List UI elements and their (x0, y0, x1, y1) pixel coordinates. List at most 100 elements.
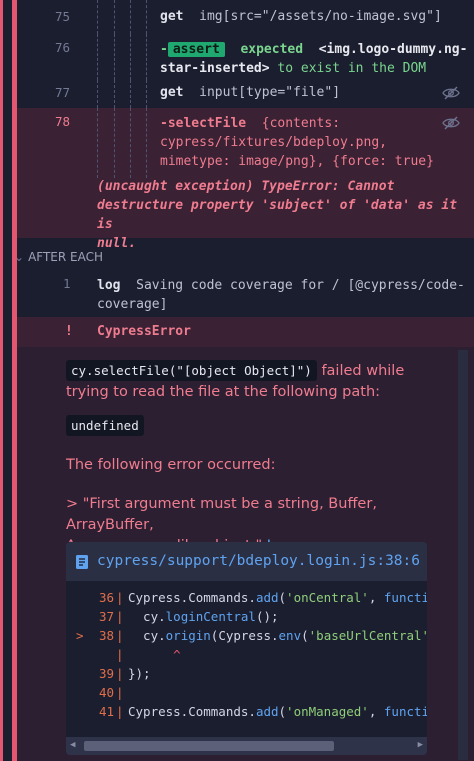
code-token: cy. (128, 628, 166, 643)
nest-guide (146, 80, 147, 108)
scroll-left-arrow-icon[interactable]: ◀ (70, 740, 75, 750)
code-token: (Cypress. (210, 628, 279, 643)
command-args: Saving code coverage for / [@cypress/cod… (136, 278, 465, 293)
nest-guide (114, 34, 115, 80)
command-name: get img[src="/assets/no-image.svg"] (160, 9, 442, 24)
code-gutter-pipe: | (116, 685, 124, 700)
nest-guide (97, 80, 98, 108)
code-token: functio (383, 704, 427, 719)
after-each-label: AFTER EACH (28, 250, 104, 264)
code-token: add (255, 704, 279, 719)
horizontal-scrollbar[interactable]: ◀ ▶ (66, 737, 427, 755)
code-gutter-pipe: | (116, 647, 124, 662)
assert-result: to exist in the DOM (277, 61, 427, 76)
code-token: 'baseUrlCentral' (308, 628, 427, 643)
error-caret: ^ (128, 647, 181, 662)
code-gutter-pipe: | (116, 609, 124, 624)
code-line-source: ^ (128, 647, 181, 662)
code-token: functio (383, 590, 427, 605)
command-name: get input[type="file"] (160, 85, 341, 100)
command-row-log[interactable]: 1 log Saving code coverage for / [@cypre… (17, 270, 474, 316)
code-line-source: Cypress.Commands.add('onManaged', functi… (128, 704, 427, 719)
assert-subject-cont: star-inserted> (160, 61, 270, 76)
eye-slash-icon[interactable] (442, 86, 460, 100)
error-inline-code: cy.selectFile("[object Object]") (66, 360, 317, 381)
command-number: 76 (55, 40, 71, 55)
code-line: >38 | cy.origin(Cypress.env('baseUrlCentr… (66, 628, 427, 647)
code-token: , (368, 590, 384, 605)
scrollbar-thumb[interactable] (84, 741, 334, 751)
command-name: -selectFile (160, 116, 247, 131)
error-path-code: undefined (66, 415, 144, 436)
code-line-number: 40 (98, 685, 114, 700)
code-frame: cypress/support/bdeploy.login.js:38:6 36… (66, 542, 427, 755)
nest-guide (114, 0, 115, 34)
code-token: (); (255, 609, 279, 624)
after-each-header[interactable]: ⌄ AFTER EACH (14, 250, 104, 264)
command-name: log (97, 278, 121, 293)
nest-guide (146, 108, 147, 178)
code-token: , (368, 704, 384, 719)
error-path: undefined (66, 415, 144, 436)
code-frame-header[interactable]: cypress/support/bdeploy.login.js:38:6 (66, 542, 427, 582)
nest-guide (130, 34, 131, 80)
command-args: input[type="file"] (199, 85, 341, 100)
code-line: 41 | Cypress.Commands.add('onManaged', fun… (66, 704, 427, 723)
code-token: env (278, 628, 302, 643)
code-line-number: 37 (98, 609, 114, 624)
vertical-scrollbar[interactable] (458, 350, 468, 760)
command-args: img[src="/assets/no-image.svg"] (199, 9, 442, 24)
error-title: CypressError (97, 324, 191, 339)
code-gutter-pipe: | (116, 628, 124, 643)
code-lines: 36 | Cypress.Commands.add('onCentral', fun… (66, 582, 427, 737)
command-args: {contents: (261, 116, 341, 131)
failed-test-indicator (0, 0, 3, 761)
code-token: Cypress.Commands. (128, 704, 256, 719)
error-header: ! CypressError (17, 317, 474, 347)
code-line: 39 |}); (66, 666, 427, 685)
command-row-76[interactable]: 76 - assert expected <img.logo-dummy.ng- … (17, 34, 474, 80)
code-line-number: 38 (98, 628, 114, 643)
code-token: ( (278, 704, 287, 719)
nest-guide (146, 0, 147, 34)
nest-guide (97, 34, 98, 80)
code-line-source: cy.loginCentral(); (128, 609, 279, 624)
nest-guide (114, 80, 115, 108)
command-row-78-failed[interactable]: 78 -selectFile {contents: cypress/fixtur… (17, 108, 474, 251)
code-token: ( (301, 628, 309, 643)
code-token: Cypress.Commands. (128, 590, 256, 605)
code-token: }); (128, 666, 151, 681)
assert-subject: <img.logo-dummy.ng- (318, 42, 468, 57)
nest-guide (146, 34, 147, 80)
code-token: origin (165, 628, 211, 643)
code-token: loginCentral (165, 609, 256, 624)
code-line-source: }); (128, 666, 151, 681)
command-number: 75 (55, 9, 71, 24)
nest-guide (114, 108, 115, 178)
code-line: 37 | cy.loginCentral(); (66, 609, 427, 628)
command-row-77[interactable]: 77 get input[type="file"] (17, 80, 474, 108)
code-frame-file-link[interactable]: cypress/support/bdeploy.login.js:38:6 (97, 553, 420, 569)
code-token: cy. (128, 609, 166, 624)
code-line: 40 | (66, 685, 427, 704)
code-line-number: 39 (98, 666, 114, 681)
command-row-75[interactable]: 75 get img[src="/assets/no-image.svg"] (17, 0, 474, 34)
code-gutter-pipe: | (116, 590, 124, 605)
nest-guide (97, 108, 98, 178)
code-line-source: cy.origin(Cypress.env('baseUrlCentral') (128, 628, 427, 643)
scroll-right-arrow-icon[interactable]: ▶ (418, 740, 423, 750)
eye-slash-icon[interactable] (442, 116, 460, 130)
current-line-marker: > (76, 628, 84, 643)
command-error-message: (uncaught exception) TypeError: Cannot d… (97, 179, 458, 251)
code-gutter-pipe: | (116, 666, 124, 681)
assert-prefix: - (160, 42, 168, 57)
nest-guide (130, 108, 131, 178)
code-token: 'onCentral' (286, 590, 369, 605)
command-args-cont: coverage] (97, 297, 168, 312)
code-gutter-pipe: | (116, 704, 124, 719)
nest-guide (97, 0, 98, 34)
code-line-source: Cypress.Commands.add('onCentral', functi… (128, 590, 427, 605)
code-token: ( (278, 590, 287, 605)
command-args-cont: mimetype: image/png}, {force: true} (160, 154, 434, 169)
error-message: cy.selectFile("[object Object]") failed … (66, 360, 446, 403)
